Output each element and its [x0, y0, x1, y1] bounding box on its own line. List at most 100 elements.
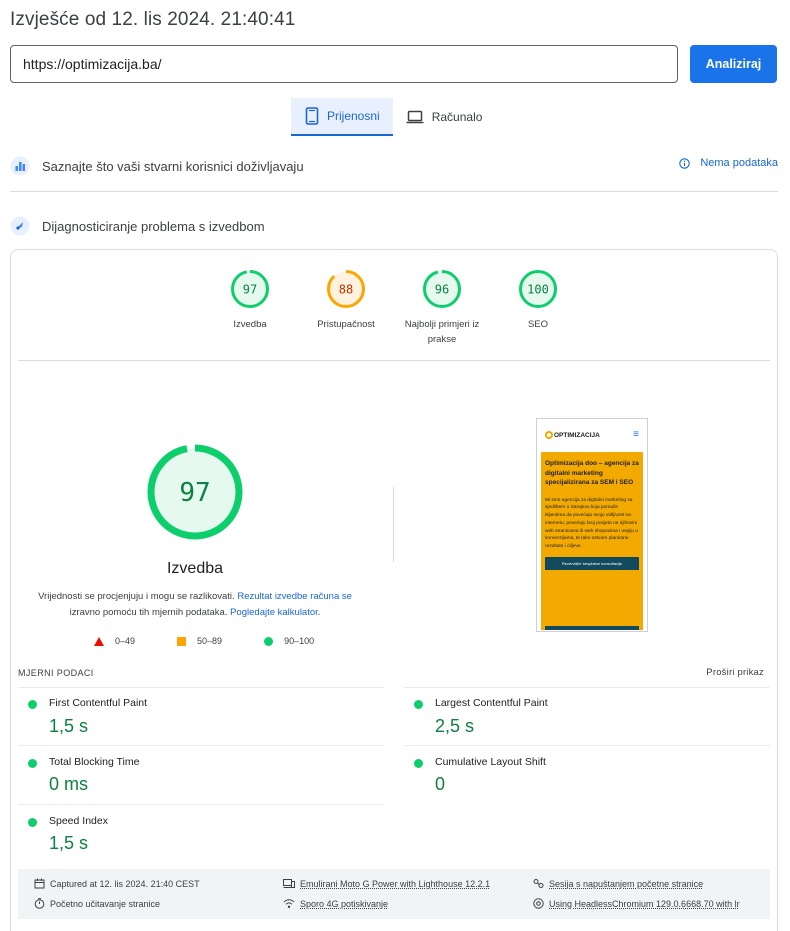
performance-description: Vrijednosti se procjenjuju i mogu se raz…: [30, 589, 360, 621]
score-gauge: 97: [231, 270, 269, 308]
screenshot-header: OPTIMIZACIJA ≡: [537, 419, 647, 451]
field-data-title: Saznajte što vaši stvarni korisnici doži…: [42, 158, 304, 174]
tab-desktop[interactable]: Računalo: [393, 98, 496, 136]
metric-name: Largest Contentful Paint: [435, 697, 548, 709]
metric-name: Total Blocking Time: [49, 756, 140, 768]
legend-range: 90–100: [284, 636, 315, 646]
lighthouse-icon: [10, 216, 30, 236]
circle-icon: [264, 636, 274, 646]
no-data-label: Nema podataka: [700, 157, 778, 169]
info-icon: [679, 157, 691, 169]
browser-text: Using HeadlessChromium 129.0.6668.70 wit…: [549, 898, 740, 909]
devices-icon: [283, 879, 295, 888]
category-performance[interactable]: 97 Izvedba: [205, 269, 295, 332]
pass-dot-icon: [414, 759, 423, 768]
square-icon: [177, 636, 187, 646]
category-best-practices[interactable]: 96 Najbolji primjeri iz prakse: [397, 269, 487, 347]
wifi-icon: [283, 899, 295, 908]
diagnostics-section: Dijagnosticiranje problema s izvedbom: [10, 213, 778, 239]
screenshot-logo: OPTIMIZACIJA: [545, 431, 600, 439]
tab-mobile-label: Prijenosni: [327, 109, 380, 123]
metric-value: 0 ms: [49, 774, 89, 794]
legend-range: 50–89: [197, 636, 223, 646]
timer-icon: [34, 898, 45, 909]
throttling-text: Sporo 4G potiskivanje: [300, 898, 389, 909]
metric-value: 2,5 s: [435, 716, 475, 736]
metric-value: 1,5 s: [49, 833, 89, 853]
score-calculation-link[interactable]: Rezultat izvedbe računa se: [237, 591, 352, 602]
footer-captured: Captured at 12. lis 2024. 21:40 CEST: [34, 878, 200, 889]
score-value: 88: [339, 283, 353, 297]
vertical-divider: [393, 487, 394, 562]
page-screenshot: OPTIMIZACIJA ≡ Optimizacija doo – agenci…: [536, 418, 648, 632]
pass-dot-icon: [28, 818, 37, 827]
screenshot-hero: Optimizacija doo – agencija za digitalni…: [541, 452, 643, 630]
field-data-section: Saznajte što vaši stvarni korisnici doži…: [10, 153, 778, 179]
laptop-icon: [406, 110, 424, 124]
metric-fcp: First Contentful Paint 1,5 s: [18, 687, 384, 745]
smartphone-icon: [305, 107, 319, 125]
expand-view-link[interactable]: Proširi prikaz: [706, 667, 764, 678]
metric-speed-index: Speed Index 1,5 s: [18, 804, 384, 862]
category-label: Pristupačnost: [317, 319, 375, 330]
hamburger-menu-icon: ≡: [633, 429, 639, 440]
session-text: Sesija s napuštanjem početne stranice: [549, 878, 704, 889]
metric-name: Speed Index: [49, 815, 108, 827]
calculator-link[interactable]: Pogledajte kalkulator: [230, 607, 318, 618]
runtime-settings-footer: Captured at 12. lis 2024. 21:40 CEST Emu…: [18, 869, 770, 919]
performance-title: Izvedba: [166, 560, 224, 577]
score-gauge: 100: [519, 270, 557, 308]
footer-session[interactable]: Sesija s napuštanjem početne stranice: [533, 878, 703, 889]
logo-text: OPTIMIZACIJA: [554, 431, 600, 439]
initial-load-text: Početno učitavanje stranice: [50, 898, 161, 909]
score-gauge: 96: [423, 270, 461, 308]
diagnostics-title: Dijagnosticiranje problema s izvedbom: [42, 218, 265, 234]
gauges-divider: [18, 360, 770, 361]
analyze-button[interactable]: Analiziraj: [690, 45, 777, 83]
metric-lcp: Largest Contentful Paint 2,5 s: [404, 687, 770, 745]
no-data-link[interactable]: Nema podataka: [679, 157, 778, 169]
metrics-label: MJERNI PODACI: [18, 668, 94, 678]
metric-cls: Cumulative Layout Shift 0: [404, 745, 770, 803]
tab-desktop-label: Računalo: [431, 110, 483, 124]
logo-icon: [545, 431, 553, 439]
description-text: .: [317, 607, 321, 618]
chrome-icon: [533, 898, 544, 909]
description-text: izravno pomoću tih mjernih podataka.: [69, 607, 231, 618]
tab-mobile[interactable]: Prijenosni: [291, 98, 393, 136]
score-value: 97: [243, 283, 257, 297]
screenshot-text: Mi smo agencija za digitalni marketing s…: [545, 497, 639, 550]
screenshot-bar: [545, 626, 639, 630]
metric-name: Cumulative Layout Shift: [435, 756, 546, 768]
screenshot-heading: Optimizacija doo – agencija za digitalni…: [545, 460, 639, 486]
section-divider: [10, 191, 778, 192]
pass-dot-icon: [28, 700, 37, 709]
description-text: Vrijednosti se procjenjuju i mogu se raz…: [38, 591, 238, 602]
legend-fail: 0–49: [94, 636, 135, 646]
screenshot-button: Rezervišite besplatne konsultacije: [545, 557, 639, 571]
url-input[interactable]: [10, 45, 678, 83]
performance-score-value: 97: [179, 478, 210, 508]
footer-browser[interactable]: Using HeadlessChromium 129.0.6668.70 wit…: [533, 898, 740, 909]
performance-score-gauge: 97: [147, 444, 243, 540]
metric-name: First Contentful Paint: [49, 697, 148, 709]
device-text: Emulirani Moto G Power with Lighthouse 1…: [300, 878, 491, 889]
report-title: Izvješće od 12. lis 2024. 21:40:41: [10, 9, 296, 30]
score-legend: 0–49 50–89 90–100: [94, 636, 356, 646]
pass-dot-icon: [28, 759, 37, 768]
session-icon: [533, 879, 544, 888]
metric-tbt: Total Blocking Time 0 ms: [18, 745, 384, 803]
metric-value: 1,5 s: [49, 716, 89, 736]
category-accessibility[interactable]: 88 Pristupačnost: [301, 269, 391, 332]
metric-value: 0: [435, 774, 446, 794]
footer-device[interactable]: Emulirani Moto G Power with Lighthouse 1…: [283, 878, 490, 889]
legend-range: 0–49: [115, 636, 136, 646]
score-gauge: 88: [327, 270, 365, 308]
triangle-icon: [94, 636, 104, 646]
footer-throttling[interactable]: Sporo 4G potiskivanje: [283, 898, 388, 909]
category-seo[interactable]: 100 SEO: [493, 269, 583, 332]
legend-pass: 90–100: [264, 636, 314, 646]
captured-text: Captured at 12. lis 2024. 21:40 CEST: [50, 878, 200, 889]
category-label: Izvedba: [233, 319, 267, 330]
users-chart-icon: [10, 156, 30, 176]
